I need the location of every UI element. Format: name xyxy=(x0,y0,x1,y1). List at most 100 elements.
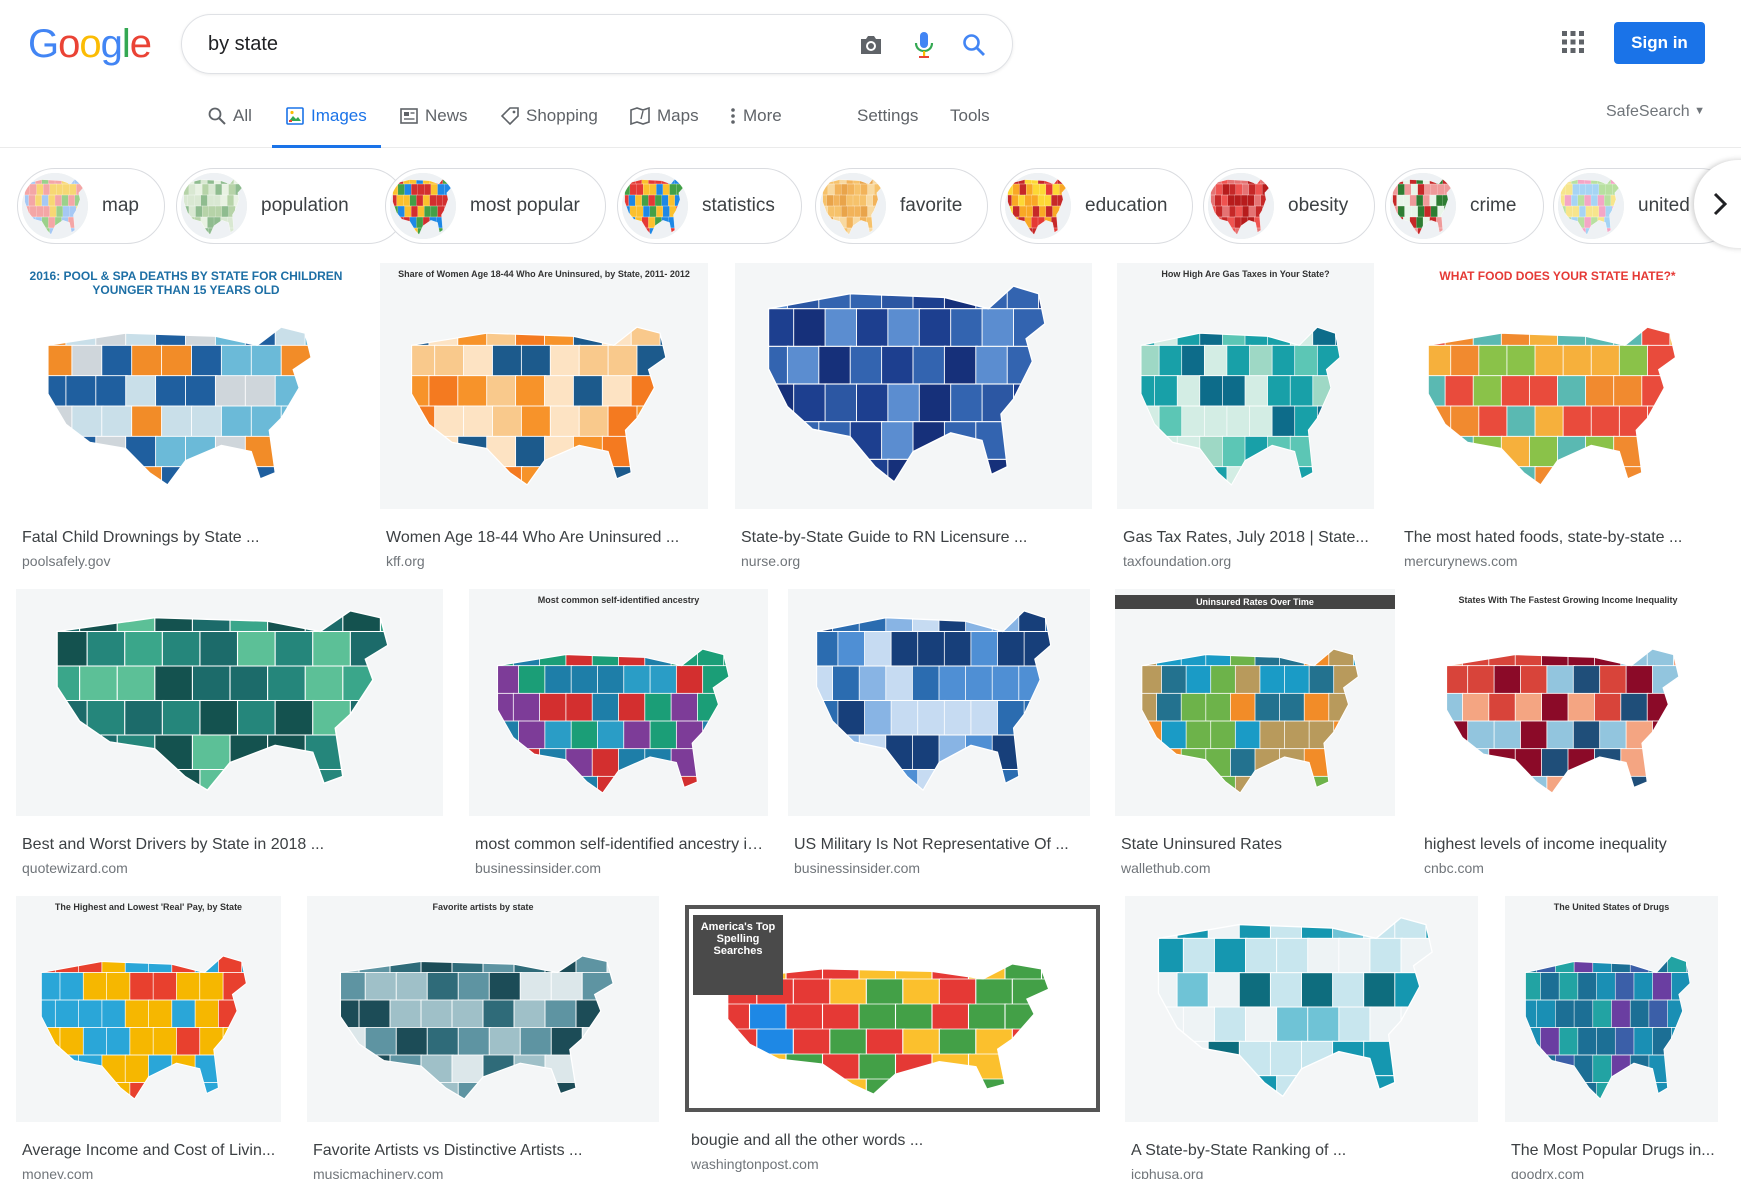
result-source: goodrx.com xyxy=(1511,1166,1585,1179)
us-map-graphic xyxy=(400,315,689,497)
image-result[interactable]: How High Are Gas Taxes in Your State? Gas… xyxy=(1117,263,1374,581)
result-title[interactable]: Average Income and Cost of Livin... xyxy=(22,1142,279,1160)
image-result[interactable]: Share of Women Age 18-44 Who Are Uninsur… xyxy=(380,263,708,581)
result-title[interactable]: most common self-identified ancestry in … xyxy=(475,836,766,854)
image-result[interactable]: Uninsured Rates Over Time State Uninsured… xyxy=(1115,589,1395,888)
tab-news[interactable]: News xyxy=(400,106,468,148)
search-icon[interactable] xyxy=(958,29,990,61)
news-icon xyxy=(400,108,418,124)
logo-letter: e xyxy=(129,22,152,66)
related-chip[interactable]: most popular xyxy=(385,168,606,244)
related-chip[interactable]: crime xyxy=(1385,168,1544,244)
related-chip[interactable]: obesity xyxy=(1203,168,1375,244)
image-result[interactable]: US Military Is Not Representative Of ...… xyxy=(788,589,1090,888)
result-source: quotewizard.com xyxy=(22,860,128,876)
result-title[interactable]: The Most Popular Drugs in... xyxy=(1511,1142,1716,1160)
tab-label: All xyxy=(233,106,252,125)
result-thumbnail[interactable]: America's Top Spelling Searches xyxy=(685,905,1100,1112)
google-logo[interactable]: Google xyxy=(28,22,152,67)
sign-in-button[interactable]: Sign in xyxy=(1614,22,1705,64)
apps-grid-icon[interactable] xyxy=(1561,30,1587,56)
result-title[interactable]: highest levels of income inequality xyxy=(1424,836,1716,854)
us-map-graphic xyxy=(32,945,265,1110)
chip-thumbnail xyxy=(1390,173,1456,239)
result-thumbnail[interactable]: The Highest and Lowest 'Real' Pay, by St… xyxy=(16,896,281,1122)
result-thumbnail[interactable]: 2016: POOL & SPA DEATHS BY STATE FOR CHI… xyxy=(16,263,356,509)
microphone-icon[interactable] xyxy=(908,29,940,61)
tab-more[interactable]: More xyxy=(730,106,782,148)
image-result[interactable]: The United States of Drugs The Most Popul… xyxy=(1505,896,1718,1179)
chip-thumbnail xyxy=(181,173,247,239)
result-title[interactable]: Fatal Child Drownings by State ... xyxy=(22,529,354,547)
result-thumbnail[interactable] xyxy=(735,263,1092,509)
thumbnail-heading: States With The Fastest Growing Income I… xyxy=(1458,595,1678,605)
result-title[interactable]: A State-by-State Ranking of ... xyxy=(1131,1142,1476,1160)
image-result[interactable]: The Highest and Lowest 'Real' Pay, by St… xyxy=(16,896,281,1179)
us-map-graphic xyxy=(42,597,418,804)
image-result[interactable]: Best and Worst Drivers by State in 2018 … xyxy=(16,589,443,888)
result-title[interactable]: Gas Tax Rates, July 2018 | State... xyxy=(1123,529,1372,547)
us-map-graphic xyxy=(36,315,335,497)
result-title[interactable]: Women Age 18-44 Who Are Uninsured ... xyxy=(386,529,706,547)
image-result[interactable]: Favorite artists by state Favorite Artist… xyxy=(307,896,659,1179)
result-title[interactable]: bougie and all the other words ... xyxy=(691,1132,1098,1150)
related-chip[interactable]: population xyxy=(176,168,406,244)
related-chip[interactable]: map xyxy=(17,168,165,244)
search-input[interactable] xyxy=(208,29,808,59)
chip-label: most popular xyxy=(470,195,580,216)
tab-maps[interactable]: Maps xyxy=(630,106,699,148)
logo-letter: l xyxy=(121,22,131,66)
result-thumbnail[interactable] xyxy=(16,589,443,816)
image-result[interactable]: Most common self-identified ancestry most… xyxy=(469,589,768,888)
result-title[interactable]: State-by-State Guide to RN Licensure ... xyxy=(741,529,1090,547)
map-icon xyxy=(630,107,650,125)
image-result[interactable]: State-by-State Guide to RN Licensure ...… xyxy=(735,263,1092,581)
thumbnail-heading: The Highest and Lowest 'Real' Pay, by St… xyxy=(54,902,243,912)
result-thumbnail[interactable] xyxy=(788,589,1090,816)
safesearch-label: SafeSearch xyxy=(1606,103,1690,120)
thumbnail-heading: WHAT FOOD DOES YOUR STATE HATE?* xyxy=(1439,269,1676,283)
result-thumbnail[interactable]: How High Are Gas Taxes in Your State? xyxy=(1117,263,1374,509)
result-title[interactable]: The most hated foods, state-by-state ... xyxy=(1404,529,1715,547)
result-title[interactable]: Favorite Artists vs Distinctive Artists … xyxy=(313,1142,657,1160)
result-thumbnail[interactable] xyxy=(1125,896,1478,1122)
result-title[interactable]: State Uninsured Rates xyxy=(1121,836,1393,854)
chip-thumbnail xyxy=(622,173,688,239)
search-box[interactable] xyxy=(181,14,1013,74)
result-thumbnail[interactable]: Uninsured Rates Over Time xyxy=(1115,589,1395,816)
tools-link[interactable]: Tools xyxy=(950,106,990,148)
safesearch-toggle[interactable]: SafeSearch ▼ xyxy=(1606,103,1705,121)
settings-link[interactable]: Settings xyxy=(857,106,918,148)
chip-thumbnail xyxy=(1558,173,1624,239)
image-result[interactable]: States With The Fastest Growing Income I… xyxy=(1418,589,1718,888)
camera-icon[interactable] xyxy=(855,29,887,61)
chip-label: map xyxy=(102,195,139,216)
result-thumbnail[interactable]: The United States of Drugs xyxy=(1505,896,1718,1122)
result-title[interactable]: US Military Is Not Representative Of ... xyxy=(794,836,1088,854)
search-tabs: All Images News Shopping Maps More Setti… xyxy=(0,100,1741,148)
image-result[interactable]: 2016: POOL & SPA DEATHS BY STATE FOR CHI… xyxy=(16,263,356,581)
tab-shopping[interactable]: Shopping xyxy=(501,106,598,148)
result-thumbnail[interactable]: States With The Fastest Growing Income I… xyxy=(1418,589,1718,816)
related-chip[interactable]: statistics xyxy=(617,168,802,244)
result-title[interactable]: Best and Worst Drivers by State in 2018 … xyxy=(22,836,441,854)
image-result[interactable]: A State-by-State Ranking of ... icphusa.o… xyxy=(1125,896,1478,1179)
caret-down-icon: ▼ xyxy=(1694,105,1705,117)
tab-images[interactable]: Images xyxy=(272,106,381,148)
related-chip[interactable]: education xyxy=(1000,168,1193,244)
logo-letter: g xyxy=(100,22,123,66)
result-thumbnail[interactable]: Most common self-identified ancestry xyxy=(469,589,768,816)
image-result[interactable]: America's Top Spelling Searches bougie an… xyxy=(685,905,1100,1179)
image-result[interactable]: WHAT FOOD DOES YOUR STATE HATE?* The most… xyxy=(1398,263,1717,581)
us-map-graphic xyxy=(487,638,750,804)
related-chip[interactable]: favorite xyxy=(815,168,988,244)
result-thumbnail[interactable]: Share of Women Age 18-44 Who Are Uninsur… xyxy=(380,263,708,509)
result-source: businessinsider.com xyxy=(794,860,921,876)
chevron-right-icon xyxy=(1713,192,1728,216)
result-thumbnail[interactable]: WHAT FOOD DOES YOUR STATE HATE?* xyxy=(1398,263,1717,509)
us-map-graphic xyxy=(806,597,1072,804)
tab-all[interactable]: All xyxy=(208,106,252,148)
us-map-graphic xyxy=(328,945,638,1110)
result-source: wallethub.com xyxy=(1121,860,1211,876)
result-thumbnail[interactable]: Favorite artists by state xyxy=(307,896,659,1122)
